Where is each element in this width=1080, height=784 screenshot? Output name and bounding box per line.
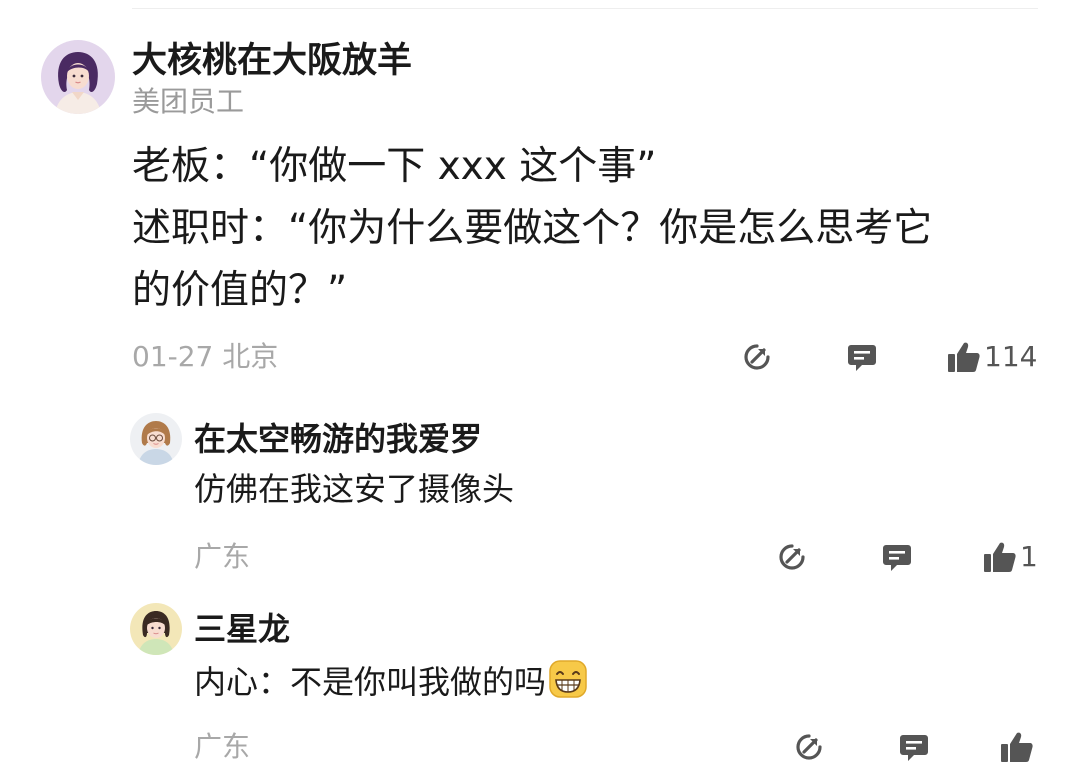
reply-button[interactable] (880, 540, 914, 574)
grinning-face-emoji (548, 659, 588, 708)
like-count: 1 (1020, 540, 1038, 573)
reply-author-name[interactable]: 三星龙 (194, 609, 290, 649)
comment-author-name[interactable]: 大核桃在大阪放羊 (132, 40, 412, 82)
share-icon (779, 544, 805, 570)
author-badge: 美团员工 (132, 85, 245, 118)
like-button[interactable]: 114 (946, 340, 1037, 374)
reply-body: 内心：不是你叫我做的吗 (194, 659, 588, 708)
reply-button[interactable] (897, 730, 931, 764)
comment-body: 老板：“你做一下 xxx 这个事” 述职时：“你为什么要做这个？你是怎么思考它 … (132, 136, 1022, 322)
reply-body: 仿佛在我这安了摄像头 (194, 470, 515, 508)
like-icon (1001, 732, 1033, 762)
share-icon (744, 344, 770, 370)
share-icon (796, 734, 822, 760)
share-button[interactable] (740, 340, 774, 374)
avatar[interactable] (130, 603, 182, 655)
avatar[interactable] (41, 40, 115, 114)
comment-line: 老板：“你做一下 xxx 这个事” (132, 144, 657, 189)
reply-meta: 广东 (194, 540, 251, 573)
top-divider (132, 8, 1038, 9)
share-button[interactable] (775, 540, 809, 574)
like-button[interactable] (999, 730, 1035, 764)
avatar-illustration (41, 40, 115, 114)
like-count: 114 (984, 340, 1038, 373)
reply-button[interactable] (845, 340, 879, 374)
reply-meta: 广东 (194, 730, 251, 763)
avatar-illustration (130, 603, 182, 655)
avatar[interactable] (130, 413, 182, 465)
comment-icon (848, 345, 876, 371)
comment-line: 的价值的？” (132, 268, 348, 313)
like-icon (948, 342, 980, 372)
comment-icon (900, 735, 928, 761)
comment-icon (883, 545, 911, 571)
reply-text: 内心：不是你叫我做的吗 (194, 663, 547, 701)
comment-line: 述职时：“你为什么要做这个？你是怎么思考它 (132, 206, 933, 251)
share-button[interactable] (792, 730, 826, 764)
avatar-illustration (130, 413, 182, 465)
like-icon (984, 542, 1016, 572)
like-button[interactable]: 1 (982, 540, 1038, 574)
reply-author-name[interactable]: 在太空畅游的我爱罗 (194, 419, 482, 459)
comment-meta: 01-27 北京 (132, 340, 279, 373)
